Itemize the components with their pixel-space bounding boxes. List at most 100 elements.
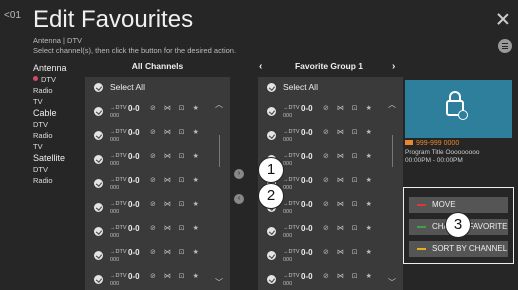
channel-number: 0-0 xyxy=(301,224,313,233)
sidebar-group-cable[interactable]: Cable xyxy=(33,107,85,119)
channel-status-icons: ⊘ ⋈ ⊡ ★ xyxy=(150,105,202,112)
user-badge-icon xyxy=(458,110,468,120)
channel-row[interactable]: →DTV 0-0 ⊘ ⋈ ⊡ ★ 000 xyxy=(85,101,230,125)
channel-name: 000 xyxy=(283,113,293,119)
sidebar-item-satellite-radio[interactable]: Radio xyxy=(33,175,85,186)
channel-name: 000 xyxy=(283,209,293,215)
check-icon[interactable] xyxy=(267,251,276,260)
favorite-group-header: Favorite Group 1 xyxy=(294,61,363,71)
page-title: Edit Favourites xyxy=(33,6,194,33)
channel-name: 000 xyxy=(283,185,293,191)
check-icon[interactable] xyxy=(94,131,103,140)
yellow-key-icon xyxy=(417,248,426,250)
check-icon[interactable] xyxy=(267,83,276,92)
channel-status-icons: ⊘ ⋈ ⊡ ★ xyxy=(323,129,375,136)
check-icon[interactable] xyxy=(94,155,103,164)
sidebar-item-cable-dtv[interactable]: DTV xyxy=(33,119,85,130)
channel-number: 0-0 xyxy=(128,200,140,209)
sort-by-channel-button[interactable]: SORT BY CHANNEL xyxy=(409,241,508,257)
sidebar-item-antenna-tv[interactable]: TV xyxy=(33,96,85,107)
check-icon[interactable] xyxy=(94,83,103,92)
channel-row[interactable]: →DTV 0-0 ⊘ ⋈ ⊡ ★ 000 xyxy=(258,125,403,149)
channel-status-icons: ⊘ ⋈ ⊡ ★ xyxy=(323,225,375,232)
sidebar-item-cable-tv[interactable]: TV xyxy=(33,141,85,152)
channel-name: 000 xyxy=(283,233,293,239)
channel-number: 0-0 xyxy=(128,272,140,281)
check-icon[interactable] xyxy=(267,275,276,284)
channel-row[interactable]: →DTV 0-0 ⊘ ⋈ ⊡ ★ 000 xyxy=(85,221,230,245)
remove-from-favorites-button[interactable]: ‹ xyxy=(234,194,244,204)
channel-name: 000 xyxy=(283,161,293,167)
select-all-row[interactable]: Select All xyxy=(85,77,230,101)
channel-name: 000 xyxy=(110,281,120,287)
channel-name: 000 xyxy=(283,281,293,287)
check-icon[interactable] xyxy=(94,203,103,212)
channel-name: 000 xyxy=(110,113,120,119)
select-all-row[interactable]: Select All xyxy=(258,77,403,101)
channel-name: 000 xyxy=(110,233,120,239)
channel-number: 0-0 xyxy=(128,248,140,257)
sidebar-item-antenna-dtv[interactable]: DTV xyxy=(33,74,85,85)
all-channels-header: All Channels xyxy=(131,61,184,71)
check-icon[interactable] xyxy=(94,107,103,116)
sidebar-item-satellite-dtv[interactable]: DTV xyxy=(33,164,85,175)
move-button[interactable]: MOVE xyxy=(409,197,508,213)
check-icon[interactable] xyxy=(94,227,103,236)
channel-row[interactable]: →DTV 0-0 ⊘ ⋈ ⊡ ★ 000 xyxy=(85,245,230,269)
channel-type: →DTV xyxy=(110,249,127,255)
channel-row[interactable]: →DTV 0-0 ⊘ ⋈ ⊡ ★ 000 xyxy=(85,197,230,221)
channel-number: 0-0 xyxy=(301,248,313,257)
channel-status-icons: ⊘ ⋈ ⊡ ★ xyxy=(323,273,375,280)
channel-row[interactable]: →DTV 0-0 ⊘ ⋈ ⊡ ★ 000 xyxy=(85,149,230,173)
program-title: Program Title Ooooooooo xyxy=(405,149,480,156)
channel-number: 0-0 xyxy=(128,128,140,137)
callout-badge: 3 xyxy=(445,212,471,238)
channel-row[interactable]: →DTV 0-0 ⊘ ⋈ ⊡ ★ 000 xyxy=(258,221,403,245)
channel-status-icons: ⊘ ⋈ ⊡ ★ xyxy=(323,177,375,184)
add-to-favorites-button[interactable]: › xyxy=(234,169,244,179)
channel-row[interactable]: →DTV 0-0 ⊘ ⋈ ⊡ ★ 000 xyxy=(258,101,403,125)
prev-group-arrow[interactable]: ‹ xyxy=(259,61,262,72)
channel-row[interactable]: →DTV 0-0 ⊘ ⋈ ⊡ ★ 000 xyxy=(85,269,230,290)
favorite-group-list: Select All ︿ ﹀ →DTV 0-0 ⊘ ⋈ ⊡ ★ 000 →DTV 0-0 ⊘… xyxy=(258,77,403,290)
check-icon[interactable] xyxy=(94,275,103,284)
sidebar-item-antenna-radio[interactable]: Radio xyxy=(33,85,85,96)
selected-dot-icon xyxy=(33,76,38,81)
check-icon[interactable] xyxy=(267,227,276,236)
channel-type: →DTV xyxy=(283,105,300,111)
channel-row[interactable]: →DTV 0-0 ⊘ ⋈ ⊡ ★ 000 xyxy=(85,125,230,149)
channel-type: →DTV xyxy=(283,201,300,207)
channel-status-icons: ⊘ ⋈ ⊡ ★ xyxy=(323,105,375,112)
channel-status-icons: ⊘ ⋈ ⊡ ★ xyxy=(323,249,375,256)
channel-row[interactable]: →DTV 0-0 ⊘ ⋈ ⊡ ★ 000 xyxy=(258,269,403,290)
channel-row[interactable]: →DTV 0-0 ⊘ ⋈ ⊡ ★ 000 xyxy=(85,173,230,197)
channel-status-icons: ⊘ ⋈ ⊡ ★ xyxy=(150,177,202,184)
sidebar-item-cable-radio[interactable]: Radio xyxy=(33,130,85,141)
channel-status-icons: ⊘ ⋈ ⊡ ★ xyxy=(150,129,202,136)
sidebar-group-satellite[interactable]: Satellite xyxy=(33,152,85,164)
breadcrumb: Antenna | DTV xyxy=(33,36,83,45)
check-icon[interactable] xyxy=(94,179,103,188)
check-icon[interactable] xyxy=(267,107,276,116)
callout-badge: 1 xyxy=(258,157,284,183)
menu-icon[interactable] xyxy=(498,39,512,53)
channel-status-icons: ⊘ ⋈ ⊡ ★ xyxy=(150,273,202,280)
preview-channel: 999-999 0000 xyxy=(405,140,459,147)
channel-type: →DTV xyxy=(283,273,300,279)
channel-type: →DTV xyxy=(110,225,127,231)
next-group-arrow[interactable]: › xyxy=(392,61,395,72)
channel-type: →DTV xyxy=(110,273,127,279)
sidebar-group-antenna[interactable]: Antenna xyxy=(33,62,85,74)
channel-name: 000 xyxy=(110,209,120,215)
close-icon[interactable] xyxy=(496,12,510,26)
instruction-text: Select channel(s), then click the button… xyxy=(33,46,237,55)
channel-status-icons: ⊘ ⋈ ⊡ ★ xyxy=(150,201,202,208)
channel-status-icons: ⊘ ⋈ ⊡ ★ xyxy=(150,249,202,256)
channel-logo-icon xyxy=(405,140,413,145)
channel-row[interactable]: →DTV 0-0 ⊘ ⋈ ⊡ ★ 000 xyxy=(258,245,403,269)
back-button[interactable]: <01 xyxy=(4,10,21,21)
callout-badge: 2 xyxy=(258,183,284,209)
check-icon[interactable] xyxy=(267,131,276,140)
channel-number: 0-0 xyxy=(301,272,313,281)
check-icon[interactable] xyxy=(94,251,103,260)
